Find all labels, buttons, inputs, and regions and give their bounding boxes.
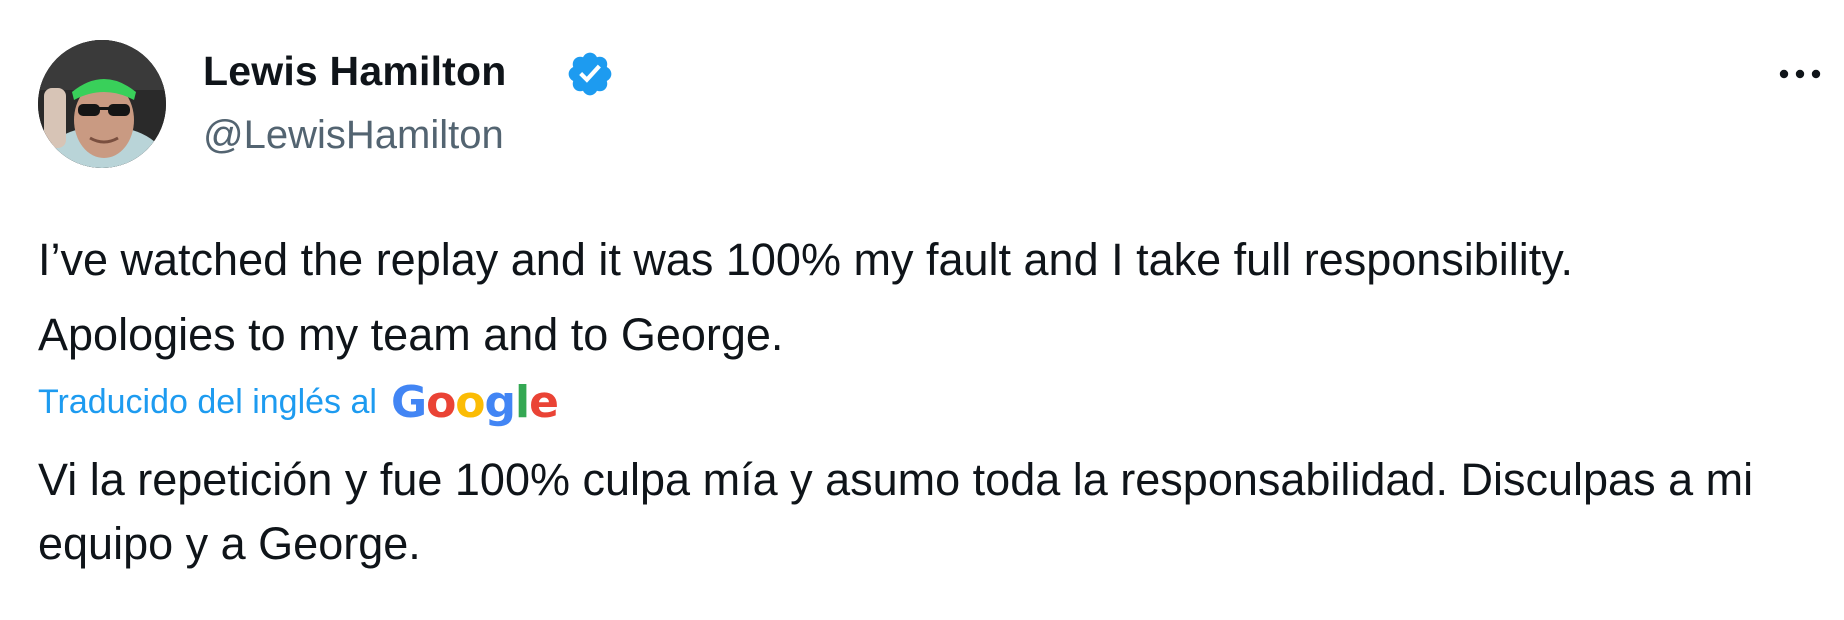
author-display-name[interactable]: Lewis Hamilton [203, 48, 507, 95]
author-handle[interactable]: @LewisHamilton [203, 113, 504, 158]
translated-tweet-text: Vi la repetición y fue 100% culpa mía y … [38, 454, 1754, 569]
tweet-card: Lewis Hamilton @LewisHamilton I’ve watch… [0, 0, 1844, 620]
verified-badge-icon [568, 52, 612, 96]
tweet-text: I’ve watched the replay and it was 100% … [38, 234, 1573, 360]
translation-attribution: Traducido del inglés al Google [38, 375, 559, 429]
more-options-icon[interactable] [1774, 52, 1826, 92]
google-logo[interactable]: Google [391, 377, 559, 428]
translated-from-label[interactable]: Traducido del inglés al [38, 383, 377, 422]
author-avatar[interactable] [38, 40, 166, 168]
avatar-image [38, 40, 166, 168]
